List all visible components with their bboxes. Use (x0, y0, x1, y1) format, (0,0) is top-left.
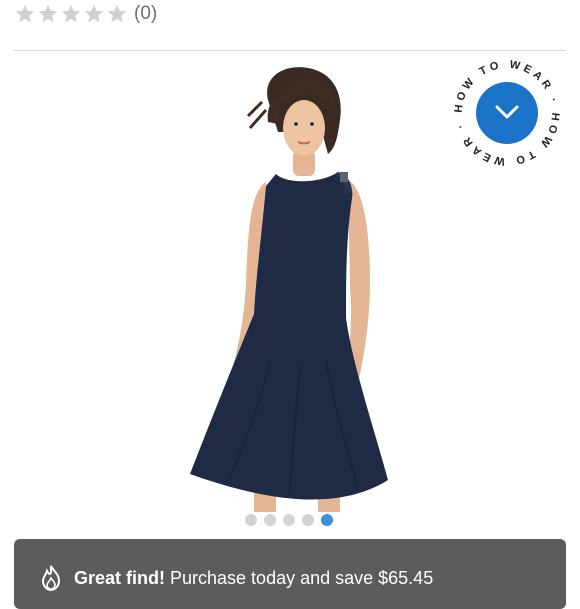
carousel-dot[interactable] (283, 514, 295, 526)
star-icon (15, 4, 35, 23)
carousel-dot-active[interactable] (321, 514, 333, 526)
divider (14, 50, 566, 51)
flame-icon (41, 565, 61, 591)
star-icon (61, 4, 81, 23)
how-to-wear-button[interactable]: HOW TO WEAR · HOW TO WEAR · (452, 58, 562, 168)
carousel-dot[interactable] (245, 514, 257, 526)
promo-text: Purchase today and save $65.45 (170, 567, 434, 588)
carousel-pagination (245, 514, 333, 526)
chevron-down-icon (495, 105, 519, 119)
star-icon (84, 4, 104, 23)
carousel-dot[interactable] (264, 514, 276, 526)
star-icon (38, 4, 58, 23)
promo-content: Great find! Purchase today and save $65.… (40, 565, 433, 591)
rating-row: (0) (14, 0, 157, 28)
promo-title: Great find! (74, 567, 166, 588)
product-image[interactable] (150, 62, 450, 512)
promo-banner: Great find! Purchase today and save $65.… (14, 539, 566, 609)
carousel-dot[interactable] (302, 514, 314, 526)
star-rating (14, 3, 128, 25)
star-icon (107, 4, 127, 23)
how-to-wear-circle[interactable] (476, 82, 538, 144)
review-count[interactable]: (0) (134, 3, 157, 25)
